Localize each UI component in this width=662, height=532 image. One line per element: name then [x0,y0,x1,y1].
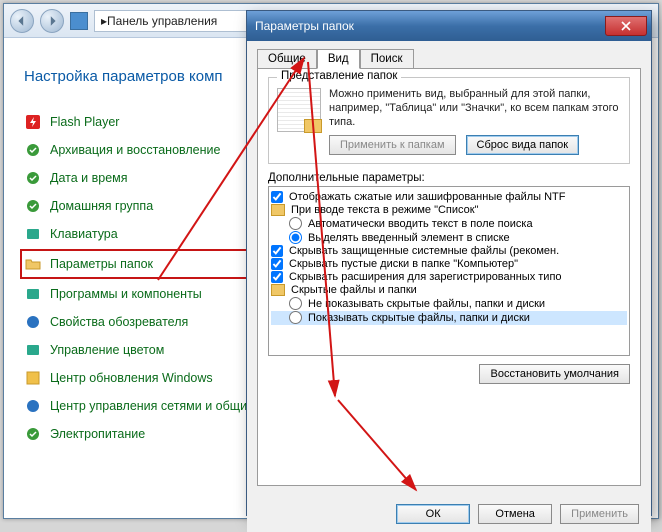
folder-preview-icon [277,88,321,132]
dialog-title: Параметры папок [255,19,354,33]
tree-row[interactable]: Не показывать скрытые файлы, папки и дис… [271,297,627,311]
radio[interactable] [289,297,302,310]
control-panel-item-label: Дата и время [50,171,128,185]
reset-folders-button[interactable]: Сброс вида папок [466,135,580,155]
tree-row[interactable]: Отображать сжатые или зашифрованные файл… [271,191,627,204]
dialog-footer: ОК Отмена Применить [247,496,651,532]
breadcrumb-text: Панель управления [107,14,217,28]
tree-row[interactable]: Скрывать расширения для зарегистрированн… [271,271,627,284]
teal-icon [24,341,42,359]
tree-row[interactable]: Выделять введенный элемент в списке [271,231,627,245]
tree-row[interactable]: Скрытые файлы и папки [271,284,627,297]
forward-button[interactable] [40,9,64,33]
tree-row[interactable]: Скрывать пустые диски в папке "Компьютер… [271,258,627,271]
cancel-button[interactable]: Отмена [478,504,552,524]
group-title: Представление папок [277,70,401,82]
control-panel-item-label: Клавиатура [50,227,118,241]
restore-defaults-button[interactable]: Восстановить умолчания [479,364,630,384]
teal-icon [24,285,42,303]
blue-icon [24,313,42,331]
advanced-settings-label: Дополнительные параметры: [268,172,630,184]
tree-row-label: Не показывать скрытые файлы, папки и дис… [308,298,545,310]
control-panel-item-label: Параметры папок [50,257,153,271]
tree-row[interactable]: Показывать скрытые файлы, папки и диски [271,311,627,325]
green-icon [24,197,42,215]
tab-search[interactable]: Поиск [360,49,414,69]
flash-icon [24,113,42,131]
tab-view[interactable]: Вид [317,49,360,69]
control-panel-item-label: Управление цветом [50,343,164,357]
control-panel-icon [70,12,88,30]
checkbox[interactable] [271,258,283,270]
checkbox[interactable] [271,191,283,203]
green-icon [24,141,42,159]
tab-general[interactable]: Общие [257,49,317,69]
tab-panel-view: Представление папок Можно применить вид,… [257,68,641,486]
control-panel-item-label: Электропитание [50,427,145,441]
folder-view-description: Можно применить вид, выбранный для этой … [329,88,621,129]
control-panel-item-label: Центр управления сетями и общи [50,399,247,413]
tree-row-label: Скрывать расширения для зарегистрированн… [289,271,562,283]
yellow-icon [24,369,42,387]
close-button[interactable] [605,16,647,36]
tree-row[interactable]: При вводе текста в режиме "Список" [271,204,627,217]
folder-view-group: Представление папок Можно применить вид,… [268,77,630,164]
radio[interactable] [289,217,302,230]
tree-row-label: Скрытые файлы и папки [291,284,417,296]
control-panel-item-label: Центр обновления Windows [50,371,213,385]
tree-row[interactable]: Скрывать защищенные системные файлы (рек… [271,245,627,258]
teal-icon [24,225,42,243]
tree-row[interactable]: Автоматически вводить текст в поле поиск… [271,217,627,231]
checkbox[interactable] [271,271,283,283]
control-panel-item-label: Flash Player [50,115,119,129]
folder-options-dialog: Параметры папок ОбщиеВидПоиск Представле… [246,10,652,516]
back-button[interactable] [10,9,34,33]
control-panel-item-label: Архивация и восстановление [50,143,220,157]
apply-to-folders-button[interactable]: Применить к папкам [329,135,456,155]
dialog-body: ОбщиеВидПоиск Представление папок Можно … [247,41,651,496]
control-panel-item-label: Свойства обозревателя [50,315,188,329]
tree-row-label: Отображать сжатые или зашифрованные файл… [289,191,565,203]
advanced-settings-tree[interactable]: Отображать сжатые или зашифрованные файл… [268,186,630,356]
folder-icon [24,255,42,273]
radio[interactable] [289,311,302,324]
checkbox[interactable] [271,245,283,257]
blue-icon [24,397,42,415]
green-icon [24,169,42,187]
tree-row-label: При вводе текста в режиме "Список" [291,204,478,216]
dialog-titlebar[interactable]: Параметры папок [247,11,651,41]
ok-button[interactable]: ОК [396,504,470,524]
tree-row-label: Автоматически вводить текст в поле поиск… [308,218,533,230]
green-icon [24,425,42,443]
tabstrip: ОбщиеВидПоиск [257,49,641,69]
radio[interactable] [289,231,302,244]
folder-icon [271,204,285,216]
apply-button[interactable]: Применить [560,504,639,524]
control-panel-item-label: Программы и компоненты [50,287,202,301]
tree-row-label: Скрывать пустые диски в папке "Компьютер… [289,258,518,270]
folder-icon [271,284,285,296]
control-panel-item-label: Домашняя группа [50,199,153,213]
tree-row-label: Выделять введенный элемент в списке [308,232,510,244]
tree-row-label: Скрывать защищенные системные файлы (рек… [289,245,559,257]
tree-row-label: Показывать скрытые файлы, папки и диски [308,312,530,324]
